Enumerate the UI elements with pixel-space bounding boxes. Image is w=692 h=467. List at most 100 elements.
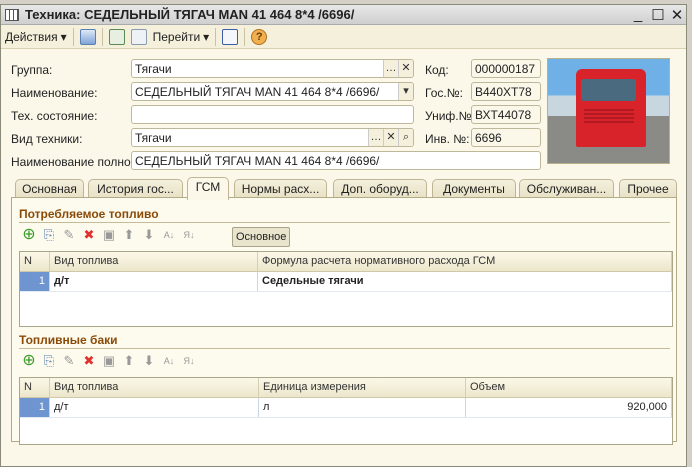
state-label: Тех. состояние:: [11, 109, 98, 123]
tab-1[interactable]: История гос...: [88, 179, 183, 199]
table-cell: д/т: [50, 398, 259, 417]
divider: [19, 222, 670, 223]
add-icon[interactable]: ⊕: [22, 353, 36, 369]
select-button[interactable]: …: [383, 60, 398, 77]
tab-panel-gsm: Потребляемое топливо ⊕ ⎘ ✎ ✖ ▣ ⬆ ⬇ A↓ Я↓ Основно…: [11, 197, 677, 445]
tab-5[interactable]: Документы: [432, 179, 516, 199]
checklist-icon[interactable]: [222, 28, 239, 45]
save-close-icon[interactable]: [79, 28, 96, 45]
form-icon: [5, 9, 19, 21]
tanks-table: N Вид топлива Единица измерения Объем 1 д/т л 9…: [19, 377, 673, 445]
title-bar: Техника: СЕДЕЛЬНЫЙ ТЯГАЧ MAN 41 464 8*4 …: [1, 5, 686, 25]
divider: [244, 27, 246, 46]
state-field[interactable]: [131, 105, 414, 124]
tab-7[interactable]: Прочее: [619, 179, 677, 199]
delete-icon[interactable]: ✖: [82, 354, 96, 368]
type-field[interactable]: Тягачи … ✕ ⌕: [131, 128, 414, 147]
table-row[interactable]: 1 д/т л 920,000: [20, 398, 672, 418]
divider: [19, 348, 670, 349]
inv-label: Инв. №:: [425, 132, 470, 146]
copy-icon[interactable]: ⎘: [42, 228, 56, 242]
sort-asc-icon[interactable]: A↓: [162, 354, 176, 368]
code-label: Код:: [425, 63, 449, 77]
tanks-section-title: Топливные баки: [19, 333, 118, 347]
copy-icon[interactable]: ⎘: [42, 354, 56, 368]
arrow-down-icon[interactable]: ⬇: [142, 354, 156, 368]
column-header[interactable]: Вид топлива: [50, 252, 258, 271]
save-icon[interactable]: ▣: [102, 354, 116, 368]
sort-asc-icon[interactable]: A↓: [162, 228, 176, 242]
clear-icon[interactable]: ✕: [383, 129, 398, 146]
arrow-up-icon[interactable]: ⬆: [122, 228, 136, 242]
sort-desc-icon[interactable]: Я↓: [182, 228, 196, 242]
column-header[interactable]: Объем: [466, 378, 672, 397]
add-icon[interactable]: ⊕: [22, 227, 36, 243]
gos-number-field[interactable]: В440ХТ78: [471, 82, 541, 101]
tab-0[interactable]: Основная: [15, 179, 84, 199]
code-field[interactable]: 000000187: [471, 59, 541, 78]
pencil-icon[interactable]: ✎: [62, 228, 76, 242]
tab-4[interactable]: Доп. оборуд...: [333, 179, 427, 199]
arrow-up-icon[interactable]: ⬆: [122, 354, 136, 368]
dropdown-arrow-icon[interactable]: ▾: [398, 83, 413, 100]
group-label: Группа:: [11, 63, 53, 77]
table-cell: 1: [20, 272, 50, 291]
table-cell: 920,000: [466, 398, 672, 417]
minimize-button[interactable]: _: [629, 6, 647, 23]
actions-menu[interactable]: Действия ▾: [5, 30, 67, 44]
table-cell: 1: [20, 398, 50, 417]
tab-3[interactable]: Нормы расх...: [234, 179, 327, 199]
column-header[interactable]: Формула расчета нормативного расхода ГСМ: [258, 252, 672, 271]
copy-doc-icon[interactable]: [130, 28, 147, 45]
unif-number-field[interactable]: ВХТ44078: [471, 105, 541, 124]
fullname-field[interactable]: СЕДЕЛЬНЫЙ ТЯГАЧ MAN 41 464 8*4 /6696/: [131, 151, 541, 170]
group-value: Тягачи: [135, 61, 172, 76]
main-fuel-button[interactable]: Основное: [232, 227, 291, 247]
table-cell: л: [259, 398, 466, 417]
window-title: Техника: СЕДЕЛЬНЫЙ ТЯГАЧ MAN 41 464 8*4 …: [25, 7, 355, 22]
divider: [101, 27, 103, 46]
maximize-button[interactable]: ☐: [649, 6, 667, 24]
divider: [215, 27, 217, 46]
table-cell: д/т: [50, 272, 258, 291]
type-label: Вид техники:: [11, 132, 83, 146]
vehicle-photo[interactable]: [547, 58, 670, 164]
help-icon[interactable]: ?: [251, 28, 268, 45]
table-header: N Вид топлива Формула расчета нормативного…: [20, 252, 672, 272]
close-button[interactable]: ✕: [668, 6, 686, 24]
sort-desc-icon[interactable]: Я↓: [182, 354, 196, 368]
type-value: Тягачи: [135, 130, 172, 145]
table-cell: Седельные тягачи: [258, 272, 672, 291]
refresh-icon[interactable]: [108, 28, 125, 45]
tab-6[interactable]: Обслуживан...: [519, 179, 614, 199]
name-value: СЕДЕЛЬНЫЙ ТЯГАЧ MAN 41 464 8*4 /6696/: [135, 84, 380, 99]
arrow-down-icon[interactable]: ⬇: [142, 228, 156, 242]
clear-icon[interactable]: ✕: [398, 60, 413, 77]
divider: [72, 27, 74, 46]
tab-2[interactable]: ГСМ: [187, 177, 229, 200]
save-icon[interactable]: ▣: [102, 228, 116, 242]
column-header[interactable]: Единица измерения: [259, 378, 466, 397]
toolbar: Действия ▾ Перейти ▾ ?: [1, 25, 686, 49]
name-label: Наименование:: [11, 86, 98, 100]
table-header: N Вид топлива Единица измерения Объем: [20, 378, 672, 398]
goto-label: Перейти: [152, 29, 201, 44]
fuel-table: N Вид топлива Формула расчета нормативного…: [19, 251, 673, 327]
column-header[interactable]: Вид топлива: [50, 378, 259, 397]
table-row[interactable]: 1 д/т Седельные тягачи: [20, 272, 672, 292]
name-field[interactable]: СЕДЕЛЬНЫЙ ТЯГАЧ MAN 41 464 8*4 /6696/ ▾: [131, 82, 414, 101]
goto-menu[interactable]: Перейти ▾: [153, 30, 210, 44]
column-header[interactable]: N: [20, 378, 50, 397]
group-field[interactable]: Тягачи … ✕: [131, 59, 414, 78]
window: Техника: СЕДЕЛЬНЫЙ ТЯГАЧ MAN 41 464 8*4 …: [0, 4, 687, 467]
pencil-icon[interactable]: ✎: [62, 354, 76, 368]
gos-label: Гос.№:: [425, 86, 463, 100]
actions-label: Действия: [5, 29, 58, 44]
select-button[interactable]: …: [368, 129, 383, 146]
search-icon[interactable]: ⌕: [398, 129, 413, 146]
inv-number-field[interactable]: 6696: [471, 128, 541, 147]
unif-label: Униф.№:: [425, 109, 475, 123]
dropdown-arrow-icon: ▾: [60, 29, 67, 44]
delete-icon[interactable]: ✖: [82, 228, 96, 242]
column-header[interactable]: N: [20, 252, 50, 271]
